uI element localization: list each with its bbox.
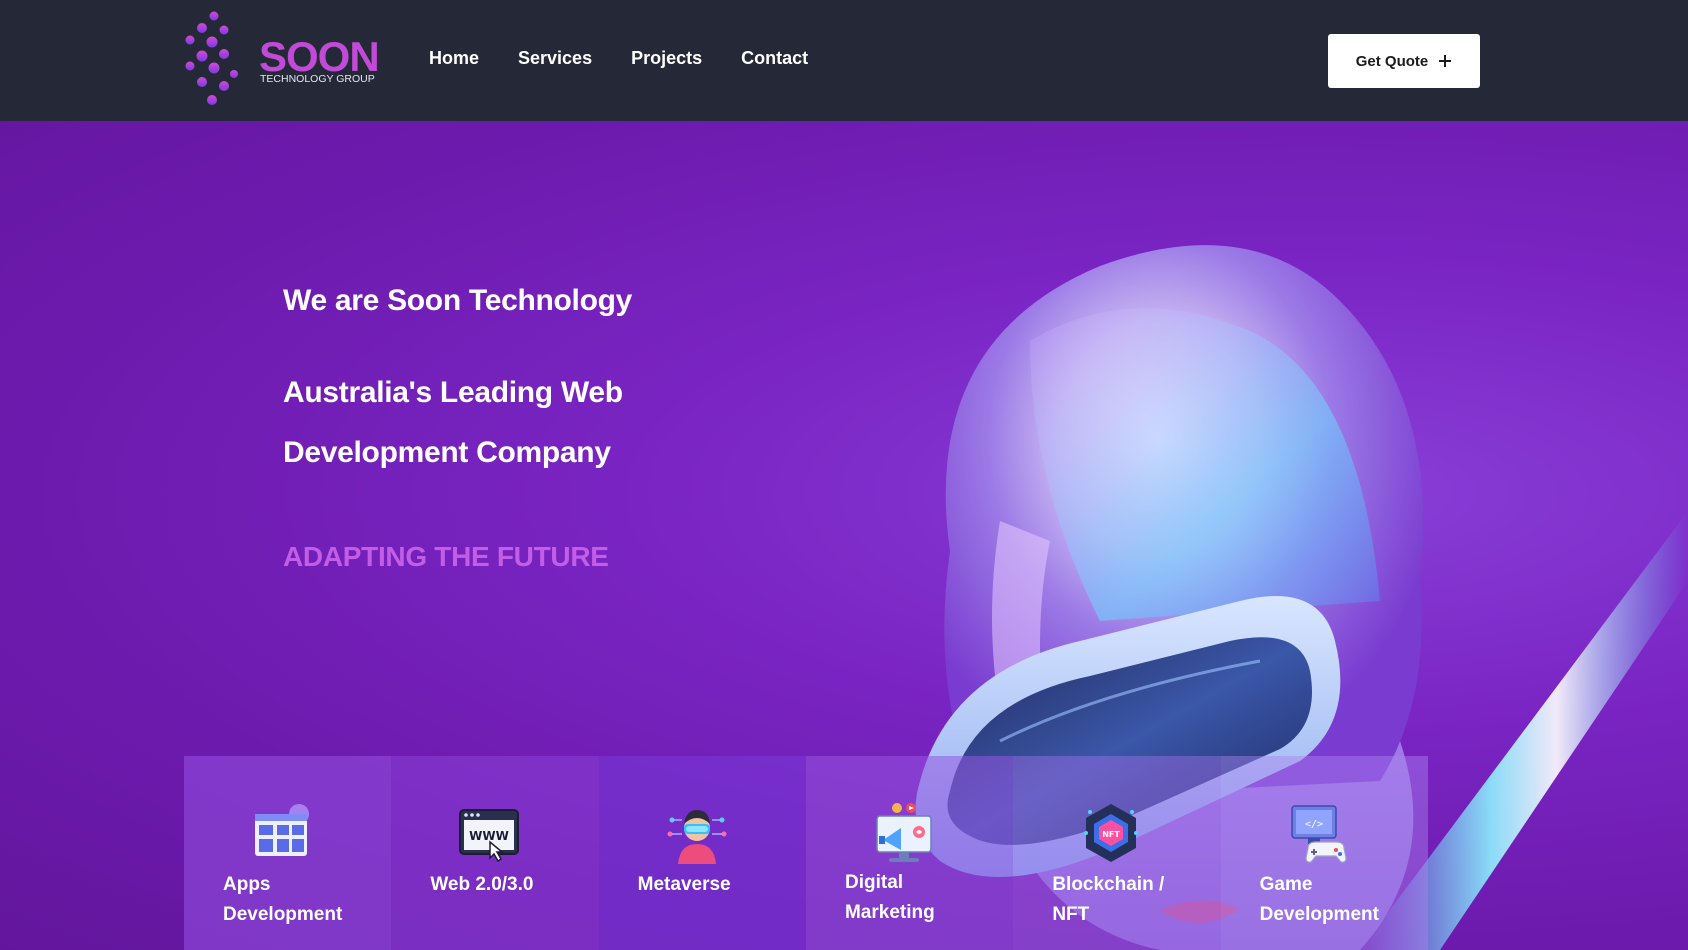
services-strip: Apps Development WWW Web 2.0/3.0 Metaver… — [184, 756, 1428, 950]
service-card-blockchain[interactable]: NFT Blockchain / NFT — [1013, 756, 1221, 950]
hero-headline-line-2: Development Company — [283, 436, 611, 469]
service-label-line: Digital — [844, 872, 904, 893]
hero-tagline: ADAPTING THE FUTURE — [283, 541, 609, 572]
service-card-metaverse[interactable]: Metaverse — [598, 756, 806, 950]
hero-headline-line-1: Australia's Leading Web — [283, 376, 623, 409]
vr-headset-person-icon — [667, 810, 727, 864]
dot-grid-logo-icon — [185, 11, 238, 105]
app-grid-icon — [255, 804, 309, 856]
service-label-game-development: Game Development — [1260, 870, 1410, 930]
get-quote-button[interactable]: Get Quote — [1328, 34, 1480, 88]
svg-text:NFT: NFT — [1103, 830, 1121, 839]
marketing-monitor-icon — [876, 803, 932, 862]
service-label-digital-marketing: Digital Marketing — [845, 868, 995, 928]
nav-item-projects[interactable]: Projects — [631, 48, 702, 69]
service-label-line: Metaverse — [637, 874, 731, 895]
service-label-line: Blockchain / — [1052, 874, 1165, 895]
service-label-web: Web 2.0/3.0 — [430, 870, 580, 900]
svg-text:</>: </> — [1305, 819, 1323, 830]
service-card-game-development[interactable]: </> Game Development — [1220, 756, 1428, 950]
service-label-line: NFT — [1052, 904, 1090, 925]
nav-item-contact[interactable]: Contact — [741, 48, 808, 69]
service-label-metaverse: Metaverse — [638, 870, 788, 900]
service-label-line: Apps — [223, 874, 271, 895]
service-card-apps[interactable]: Apps Development — [184, 756, 392, 950]
game-controller-icon: </> — [1290, 805, 1347, 863]
get-quote-label: Get Quote — [1355, 52, 1429, 70]
hero-intro: We are Soon Technology — [283, 284, 633, 317]
svg-text:WWW: WWW — [469, 829, 509, 843]
nav-item-services[interactable]: Services — [518, 48, 592, 69]
service-card-web[interactable]: WWW Web 2.0/3.0 — [391, 756, 599, 950]
page: SOON TECHNOLOGY GROUP Home Services Proj… — [0, 0, 1688, 950]
logo-subtitle: TECHNOLOGY GROUP — [260, 73, 375, 85]
service-label-line: Web 2.0/3.0 — [430, 874, 534, 895]
service-label-blockchain: Blockchain / NFT — [1052, 870, 1202, 930]
nft-hexagon-icon: NFT — [1084, 804, 1139, 862]
hero-headline: Australia's Leading Web Development Comp… — [283, 363, 623, 483]
service-label-apps: Apps Development — [223, 870, 373, 930]
logo[interactable]: SOON TECHNOLOGY GROUP — [182, 10, 380, 112]
site-header: SOON TECHNOLOGY GROUP Home Services Proj… — [0, 0, 1688, 121]
logo-wordmark: SOON — [259, 33, 380, 80]
service-card-digital-marketing[interactable]: Digital Marketing — [805, 756, 1014, 950]
service-label-line: Development — [223, 904, 343, 925]
service-label-line: Development — [1259, 904, 1379, 925]
nav-item-home[interactable]: Home — [429, 48, 479, 69]
main-nav: Home Services Projects Contact — [429, 48, 847, 69]
www-browser-icon: WWW — [459, 809, 520, 863]
service-label-line: Marketing — [844, 902, 935, 923]
plus-icon — [1439, 55, 1452, 67]
service-label-line: Game — [1259, 874, 1313, 895]
